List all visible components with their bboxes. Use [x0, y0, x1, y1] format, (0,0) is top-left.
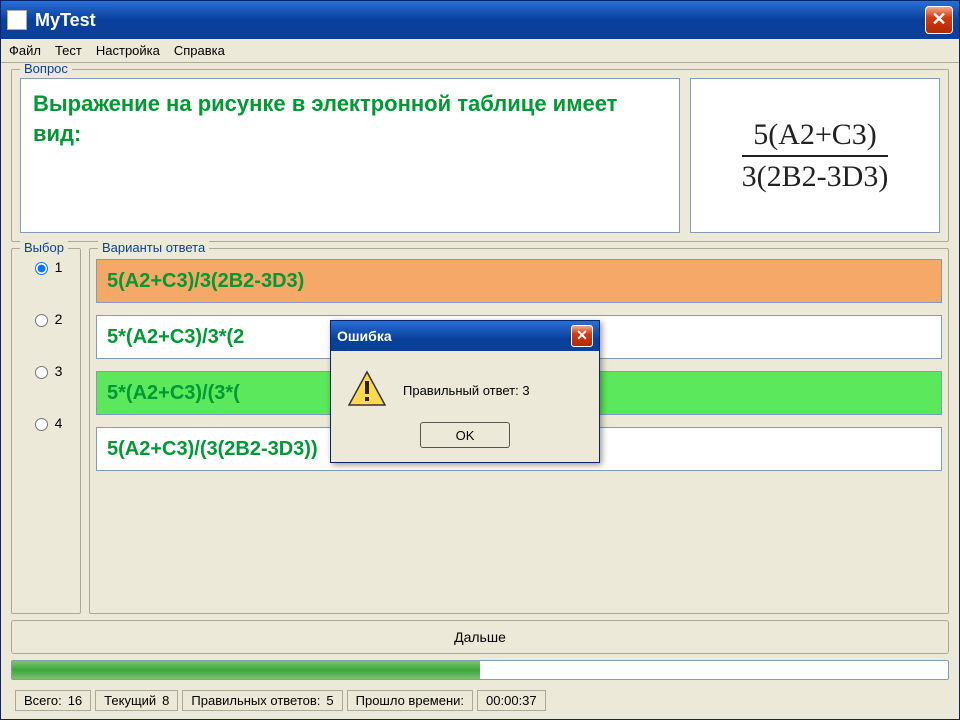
dialog-titlebar: Ошибка ✕ — [331, 321, 599, 351]
menu-file[interactable]: Файл — [9, 43, 41, 58]
answer-4-text: 5(A2+C3)/(3(2B2-3D3)) — [107, 438, 318, 461]
status-current-label: Текущий — [104, 693, 156, 708]
question-group: Вопрос Выражение на рисунке в электронно… — [11, 69, 949, 242]
status-time: 00:00:37 — [477, 690, 546, 711]
status-correct: Правильных ответов: 5 — [182, 690, 342, 711]
dialog-body: Правильный ответ: 3 — [331, 351, 599, 422]
choice-3-number: 3 — [55, 363, 63, 379]
choice-label: Выбор — [20, 240, 68, 255]
next-button[interactable]: Дальше — [11, 620, 949, 654]
choice-group: Выбор 1 2 3 4 — [11, 248, 81, 614]
choice-4-number: 4 — [55, 415, 63, 431]
status-elapsed: Прошло времени: — [347, 690, 473, 711]
choice-1-number: 1 — [55, 259, 63, 275]
radio-1[interactable] — [35, 262, 48, 275]
dialog-title-text: Ошибка — [337, 328, 571, 344]
progress-fill — [12, 661, 480, 679]
answer-2-text: 5*(A2+C3)/3*(2 — [107, 326, 244, 349]
status-elapsed-value: 00:00:37 — [486, 693, 537, 708]
dialog-close-icon[interactable]: ✕ — [571, 325, 593, 347]
formula: 5(A2+C3) 3(2B2-3D3) — [742, 117, 889, 195]
warning-icon — [347, 369, 387, 412]
status-total: Всего: 16 — [15, 690, 91, 711]
choice-4[interactable]: 4 — [30, 415, 63, 431]
error-dialog: Ошибка ✕ Правильный ответ: 3 OK — [330, 320, 600, 463]
answer-1-text: 5(A2+C3)/3(2B2-3D3) — [107, 270, 304, 293]
progress-bar — [11, 660, 949, 680]
choice-1[interactable]: 1 — [30, 259, 63, 275]
menu-help[interactable]: Справка — [174, 43, 225, 58]
answer-3-text: 5*(A2+C3)/(3*( — [107, 382, 240, 405]
statusbar: Всего: 16 Текущий 8 Правильных ответов: … — [11, 686, 949, 715]
radio-3[interactable] — [35, 366, 48, 379]
radio-2[interactable] — [35, 314, 48, 327]
choice-2[interactable]: 2 — [30, 311, 63, 327]
dialog-ok-button[interactable]: OK — [420, 422, 510, 448]
choice-3[interactable]: 3 — [30, 363, 63, 379]
choice-2-number: 2 — [55, 311, 63, 327]
main-window: MyTest ✕ Файл Тест Настройка Справка Воп… — [0, 0, 960, 720]
question-text[interactable]: Выражение на рисунке в электронной табли… — [20, 78, 680, 233]
dialog-message: Правильный ответ: 3 — [403, 383, 530, 398]
status-total-label: Всего: — [24, 693, 62, 708]
radio-4[interactable] — [35, 418, 48, 431]
status-elapsed-label: Прошло времени: — [356, 693, 464, 708]
app-icon — [7, 10, 27, 30]
status-current-value: 8 — [162, 693, 169, 708]
formula-numerator: 5(A2+C3) — [742, 117, 889, 157]
status-current: Текущий 8 — [95, 690, 178, 711]
titlebar: MyTest ✕ — [1, 1, 959, 39]
window-title: MyTest — [35, 10, 925, 31]
menubar: Файл Тест Настройка Справка — [1, 39, 959, 63]
formula-denominator: 3(2B2-3D3) — [742, 157, 889, 195]
status-correct-value: 5 — [326, 693, 333, 708]
question-label: Вопрос — [20, 63, 72, 76]
status-total-value: 16 — [68, 693, 82, 708]
status-correct-label: Правильных ответов: — [191, 693, 320, 708]
dialog-buttons: OK — [331, 422, 599, 462]
menu-test[interactable]: Тест — [55, 43, 82, 58]
answers-label: Варианты ответа — [98, 240, 209, 255]
close-icon[interactable]: ✕ — [925, 6, 953, 34]
question-image: 5(A2+C3) 3(2B2-3D3) — [690, 78, 940, 233]
answer-1[interactable]: 5(A2+C3)/3(2B2-3D3) — [96, 259, 942, 303]
menu-settings[interactable]: Настройка — [96, 43, 160, 58]
